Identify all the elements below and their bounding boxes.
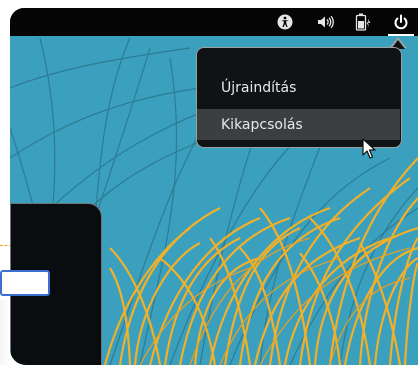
restart-label: Újraindítás bbox=[221, 80, 297, 96]
page-edge bbox=[0, 300, 10, 365]
shutdown-label: Kikapcsolás bbox=[221, 116, 303, 133]
accessibility-icon[interactable] bbox=[276, 13, 294, 31]
power-icon[interactable] bbox=[392, 13, 410, 31]
shutdown-menu-item[interactable]: Kikapcsolás bbox=[197, 109, 400, 140]
restart-menu-item[interactable]: Újraindítás bbox=[197, 73, 400, 103]
password-field[interactable] bbox=[0, 270, 50, 296]
top-bar bbox=[10, 8, 418, 36]
power-menu: Újraindítás Kikapcsolás bbox=[196, 47, 402, 148]
volume-icon[interactable] bbox=[316, 13, 334, 31]
battery-icon[interactable] bbox=[354, 13, 372, 31]
mouse-pointer-icon bbox=[362, 138, 376, 159]
power-active-indicator bbox=[388, 34, 414, 36]
